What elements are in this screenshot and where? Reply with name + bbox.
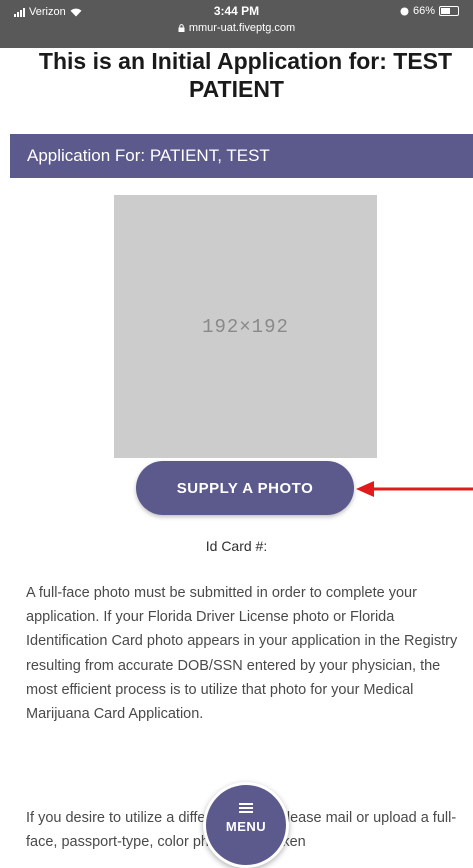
photo-placeholder-text: 192×192	[202, 315, 289, 338]
battery-percent: 66%	[412, 5, 435, 17]
lock-icon	[178, 24, 185, 32]
status-right: 66%	[400, 5, 459, 17]
photo-placeholder: 192×192	[114, 195, 377, 458]
battery-icon	[439, 6, 459, 16]
instructions-paragraph-1: A full-face photo must be submitted in o…	[26, 585, 458, 723]
page-title: This is an Initial Application for: TEST…	[0, 47, 473, 103]
status-bar: Verizon 3:44 PM 66% mmur-uat.fiveptg.com	[0, 0, 473, 48]
page-title-line1: This is an Initial Application for: TEST	[38, 48, 453, 74]
orientation-lock-icon	[400, 7, 409, 15]
menu-label: MENU	[225, 819, 267, 834]
menu-button[interactable]: MENU	[203, 782, 289, 868]
id-card-label: Id Card #:	[205, 538, 268, 554]
hamburger-icon	[239, 803, 253, 813]
url-bar[interactable]: mmur-uat.fiveptg.com	[0, 22, 473, 34]
red-arrow-annotation	[356, 481, 473, 497]
url-text: mmur-uat.fiveptg.com	[188, 22, 296, 34]
page-title-line2: PATIENT	[189, 76, 284, 102]
supply-photo-button[interactable]: SUPPLY A PHOTO	[136, 461, 354, 515]
application-header: Application For: PATIENT, TEST	[10, 134, 473, 178]
